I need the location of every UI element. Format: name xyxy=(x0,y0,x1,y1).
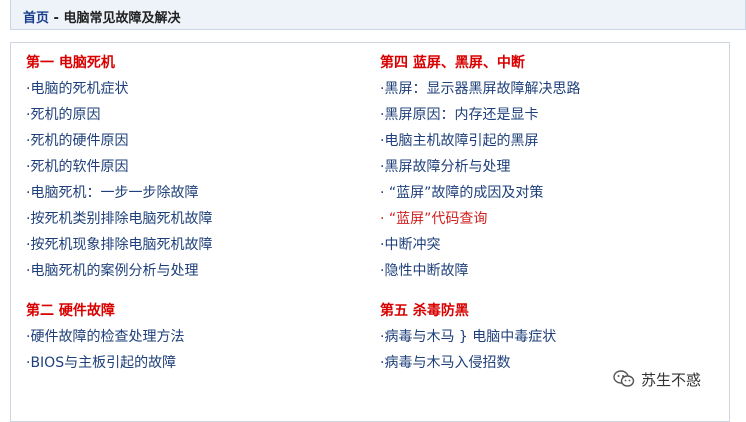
left-column: 第一 电脑死机 ·电脑的死机症状 ·死机的原因 ·死机的硬件原因 ·死机的软件原因 ·电脑… xyxy=(26,50,212,390)
article-link[interactable]: ·电脑的死机症状 xyxy=(26,76,212,102)
article-link[interactable]: ·电脑主机故障引起的黑屏 xyxy=(380,128,580,154)
article-link-text: 电脑主机故障引起的黑屏 xyxy=(384,133,539,149)
section: 第二 硬件故障 ·硬件故障的检查处理方法 ·BIOS与主板引起的故障 xyxy=(26,298,212,376)
section: 第四 蓝屏、黑屏、中断 ·黑屏：显示器黑屏故障解决思路 ·黑屏原因：内存还是显卡 ·电… xyxy=(380,50,580,284)
article-link-text: 电脑的死机症状 xyxy=(30,81,129,97)
article-link-text: 死机的原因 xyxy=(30,107,101,123)
article-link[interactable]: · “蓝屏”故障的成因及对策 xyxy=(380,180,580,206)
article-link[interactable]: ·隐性中断故障 xyxy=(380,258,580,284)
article-link-text: 硬件故障的检查处理方法 xyxy=(30,329,185,345)
article-link-text: 中断冲突 xyxy=(384,237,441,253)
article-link-text: 隐性中断故障 xyxy=(384,263,469,279)
article-link-text: 黑屏故障分析与处理 xyxy=(384,159,511,175)
article-link-text: 按死机现象排除电脑死机故障 xyxy=(30,237,213,253)
article-link-text: 病毒与木马入侵招数 xyxy=(384,355,511,371)
article-link[interactable]: ·病毒与木马入侵招数 xyxy=(380,350,580,376)
article-link-text: “蓝屏”故障的成因及对策 xyxy=(384,185,544,201)
article-link[interactable]: ·死机的硬件原因 xyxy=(26,128,212,154)
article-link-text: 黑屏原因：内存还是显卡 xyxy=(384,107,539,123)
article-link-text: 病毒与木马 } 电脑中毒症状 xyxy=(384,329,557,345)
breadcrumb-bar: 首页 - 电脑常见故障及解决 xyxy=(10,0,746,30)
section-title: 第二 硬件故障 xyxy=(26,303,115,319)
article-link-text: 黑屏：显示器黑屏故障解决思路 xyxy=(384,81,581,97)
article-link[interactable]: ·电脑死机的案例分析与处理 xyxy=(26,258,212,284)
article-link-text: 死机的硬件原因 xyxy=(30,133,129,149)
article-link[interactable]: ·BIOS与主板引起的故障 xyxy=(26,350,212,376)
article-link[interactable]: ·电脑死机：一步一步除故障 xyxy=(26,180,212,206)
article-link-text: 电脑死机的案例分析与处理 xyxy=(30,263,199,279)
article-link[interactable]: ·黑屏原因：内存还是显卡 xyxy=(380,102,580,128)
article-link-text: BIOS与主板引起的故障 xyxy=(30,355,177,371)
breadcrumb: 首页 - 电脑常见故障及解决 xyxy=(23,7,180,26)
article-link[interactable]: ·按死机类别排除电脑死机故障 xyxy=(26,206,212,232)
section: 第一 电脑死机 ·电脑的死机症状 ·死机的原因 ·死机的硬件原因 ·死机的软件原因 ·电脑… xyxy=(26,50,212,284)
article-link-text: 电脑死机：一步一步除故障 xyxy=(30,185,199,201)
watermark: 苏生不惑 xyxy=(613,364,701,394)
breadcrumb-current: 电脑常见故障及解决 xyxy=(63,11,181,26)
wechat-icon xyxy=(613,370,635,387)
watermark-text: 苏生不惑 xyxy=(641,370,702,389)
breadcrumb-home-link[interactable]: 首页 xyxy=(23,11,49,26)
article-link[interactable]: · “蓝屏”代码查询 xyxy=(380,206,580,232)
article-link[interactable]: ·中断冲突 xyxy=(380,232,580,258)
article-link[interactable]: ·黑屏故障分析与处理 xyxy=(380,154,580,180)
article-link-text: 死机的软件原因 xyxy=(30,159,129,175)
breadcrumb-separator: - xyxy=(49,11,64,26)
section-title: 第四 蓝屏、黑屏、中断 xyxy=(380,55,525,71)
article-link-text: “蓝屏”代码查询 xyxy=(384,211,488,227)
article-link[interactable]: ·硬件故障的检查处理方法 xyxy=(26,324,212,350)
section-title: 第一 电脑死机 xyxy=(26,55,115,71)
right-column: 第四 蓝屏、黑屏、中断 ·黑屏：显示器黑屏故障解决思路 ·黑屏原因：内存还是显卡 ·电… xyxy=(380,50,580,390)
section-title: 第五 杀毒防黑 xyxy=(380,303,469,319)
article-link[interactable]: ·黑屏：显示器黑屏故障解决思路 xyxy=(380,76,580,102)
article-link[interactable]: ·病毒与木马 } 电脑中毒症状 xyxy=(380,324,580,350)
article-link[interactable]: ·按死机现象排除电脑死机故障 xyxy=(26,232,212,258)
article-link[interactable]: ·死机的原因 xyxy=(26,102,212,128)
article-link[interactable]: ·死机的软件原因 xyxy=(26,154,212,180)
section: 第五 杀毒防黑 ·病毒与木马 } 电脑中毒症状 ·病毒与木马入侵招数 xyxy=(380,298,580,376)
article-link-text: 按死机类别排除电脑死机故障 xyxy=(30,211,213,227)
